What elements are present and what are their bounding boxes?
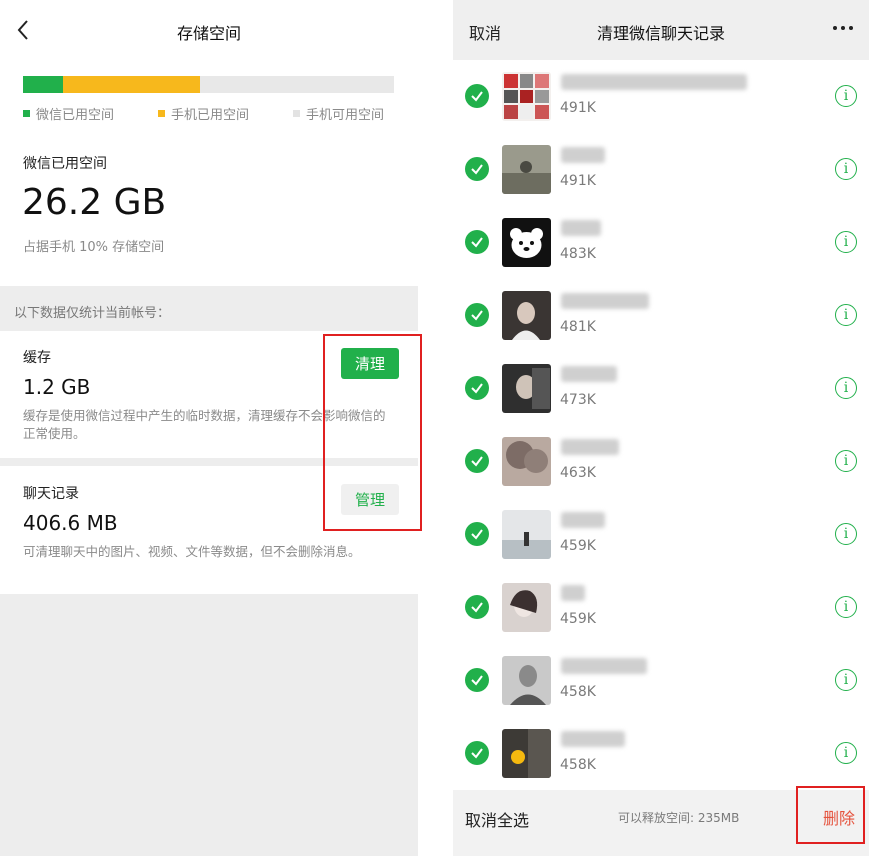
chat-name-blurred xyxy=(561,293,649,309)
avatar xyxy=(502,218,551,267)
legend-swatch-free xyxy=(293,110,300,117)
chat-row[interactable]: 481K i xyxy=(453,279,869,352)
usage-legend: 微信已用空间 手机已用空间 手机可用空间 xyxy=(23,104,394,123)
chat-row[interactable]: 491K i xyxy=(453,60,869,133)
more-icon[interactable] xyxy=(833,18,853,38)
cache-size: 1.2 GB xyxy=(23,375,91,399)
legend-phone-used: 手机已用空间 xyxy=(158,104,249,123)
chat-row[interactable]: 491K i xyxy=(453,133,869,206)
avatar xyxy=(502,145,551,194)
chat-name-blurred xyxy=(561,658,647,674)
chat-size: 483K xyxy=(560,246,596,262)
manage-chat-history-button[interactable]: 管理 xyxy=(341,484,399,515)
clean-cache-button[interactable]: 清理 xyxy=(341,348,399,379)
bottom-action-bar: 取消全选 可以释放空间: 235MB 删除 xyxy=(453,790,869,856)
legend-label: 手机已用空间 xyxy=(171,108,250,123)
info-icon[interactable]: i xyxy=(835,377,857,399)
chat-name-blurred xyxy=(561,512,605,528)
checkmark-icon[interactable] xyxy=(465,230,489,254)
chat-size: 458K xyxy=(560,757,596,773)
chat-name-blurred xyxy=(561,731,625,747)
chat-size: 481K xyxy=(560,319,596,335)
chat-size: 459K xyxy=(560,538,596,554)
cache-description: 缓存是使用微信过程中产生的临时数据，清理缓存不会影响微信的正常使用。 xyxy=(23,408,386,441)
chat-row[interactable]: 463K i xyxy=(453,425,869,498)
wechat-used-share: 占据手机 10% 存储空间 xyxy=(23,240,165,255)
avatar xyxy=(502,364,551,413)
info-icon[interactable]: i xyxy=(835,231,857,253)
page-title: 清理微信聊天记录 xyxy=(596,24,725,43)
chat-row[interactable]: 473K i xyxy=(453,352,869,425)
legend-swatch-phone xyxy=(158,110,165,117)
chat-history-description: 可清理聊天中的图片、视频、文件等数据，但不会删除消息。 xyxy=(23,544,361,559)
info-icon[interactable]: i xyxy=(835,158,857,180)
chat-size: 463K xyxy=(560,465,596,481)
checkmark-icon[interactable] xyxy=(465,449,489,473)
chat-name-blurred xyxy=(561,585,585,601)
chat-name-blurred xyxy=(561,439,619,455)
chat-row[interactable]: 458K i xyxy=(453,717,869,790)
legend-phone-free: 手机可用空间 xyxy=(293,104,384,123)
clean-nav-bar: 取消 清理微信聊天记录 xyxy=(453,0,869,60)
chat-row[interactable]: 483K i xyxy=(453,206,869,279)
chat-size: 458K xyxy=(560,684,596,700)
info-icon[interactable]: i xyxy=(835,742,857,764)
info-icon[interactable]: i xyxy=(835,85,857,107)
chat-size: 459K xyxy=(560,611,596,627)
checkmark-icon[interactable] xyxy=(465,668,489,692)
chat-size: 491K xyxy=(560,173,596,189)
avatar xyxy=(502,437,551,486)
chat-history-size: 406.6 MB xyxy=(23,511,118,535)
chat-name-blurred xyxy=(561,366,617,382)
info-icon[interactable]: i xyxy=(835,523,857,545)
chat-row[interactable]: 458K i xyxy=(453,644,869,717)
legend-wechat-used: 微信已用空间 xyxy=(23,104,114,123)
checkmark-icon[interactable] xyxy=(465,157,489,181)
chat-size: 473K xyxy=(560,392,596,408)
clean-chat-history-screen: 取消 清理微信聊天记录 491K i 491K i 483K i 481K i 473K i 463… xyxy=(453,0,869,856)
info-icon[interactable]: i xyxy=(835,450,857,472)
legend-label: 手机可用空间 xyxy=(306,108,385,123)
info-icon[interactable]: i xyxy=(835,669,857,691)
wechat-used-label: 微信已用空间 xyxy=(23,156,107,172)
avatar xyxy=(502,656,551,705)
info-icon[interactable]: i xyxy=(835,596,857,618)
checkmark-icon[interactable] xyxy=(465,84,489,108)
chat-size: 491K xyxy=(560,100,596,116)
avatar xyxy=(502,510,551,559)
legend-swatch-wechat xyxy=(23,110,30,117)
avatar xyxy=(502,291,551,340)
checkmark-icon[interactable] xyxy=(465,376,489,400)
avatar xyxy=(502,72,551,121)
avatar xyxy=(502,583,551,632)
chat-history-title: 聊天记录 xyxy=(23,486,79,502)
chat-row[interactable]: 459K i xyxy=(453,571,869,644)
page-title: 存储空间 xyxy=(176,24,241,43)
usage-bar-wechat xyxy=(23,76,63,93)
storage-screen: 存储空间 微信已用空间 手机已用空间 手机可用空间 微信已用空间 26.2 GB… xyxy=(0,0,422,856)
checkmark-icon[interactable] xyxy=(465,303,489,327)
checkmark-icon[interactable] xyxy=(465,595,489,619)
deselect-all-button[interactable]: 取消全选 xyxy=(465,807,529,831)
section-hint: 以下数据仅统计当前帐号： xyxy=(14,306,171,321)
wechat-used-value: 26.2 GB xyxy=(22,182,167,223)
chat-name-blurred xyxy=(561,74,747,90)
checkmark-icon[interactable] xyxy=(465,522,489,546)
freeable-space-text: 可以释放空间: 235MB xyxy=(618,811,740,825)
delete-button[interactable]: 删除 xyxy=(823,805,855,829)
info-icon[interactable]: i xyxy=(835,304,857,326)
storage-nav-bar: 存储空间 xyxy=(0,0,418,60)
checkmark-icon[interactable] xyxy=(465,741,489,765)
chat-name-blurred xyxy=(561,147,605,163)
avatar xyxy=(502,729,551,778)
chat-row[interactable]: 459K i xyxy=(453,498,869,571)
chat-name-blurred xyxy=(561,220,601,236)
cache-title: 缓存 xyxy=(23,350,51,366)
legend-label: 微信已用空间 xyxy=(36,108,115,123)
storage-usage-bar xyxy=(23,76,394,93)
usage-bar-phone xyxy=(63,76,200,93)
